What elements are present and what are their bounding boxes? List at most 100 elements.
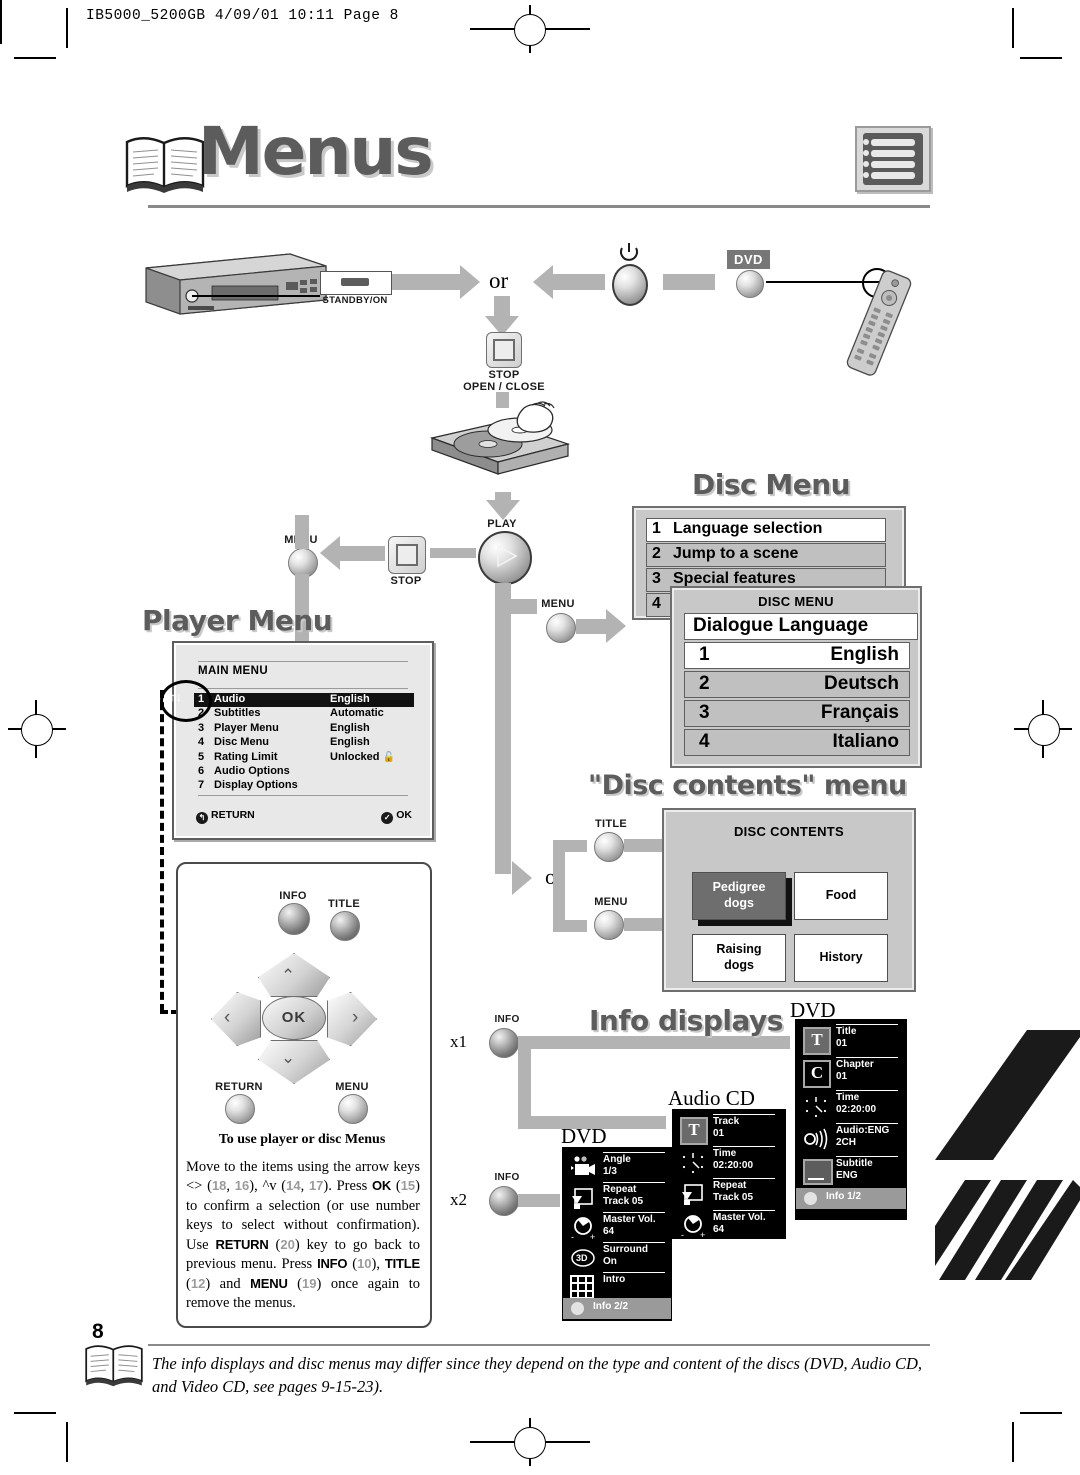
- track-t-icon: T: [680, 1117, 708, 1145]
- audio-cd-info-panel: T Track 01 Time 02:20:00 Repeat Track 05- + Mast…: [672, 1109, 786, 1240]
- registration-mark-left: [21, 714, 53, 746]
- row-number: 7: [198, 779, 205, 792]
- dashed-connector-vertical: [160, 690, 164, 1012]
- row-label: Player Menu: [214, 721, 279, 734]
- row-label: Disc Menu: [214, 736, 270, 749]
- disc-contents-cell[interactable]: Raising dogs: [692, 934, 786, 982]
- power-button[interactable]: [612, 264, 648, 306]
- disc-contents-cell[interactable]: Pedigree dogs: [692, 872, 786, 920]
- slug-rule: [0, 0, 2, 44]
- flow-arrow-right-3: [512, 861, 532, 895]
- svg-text:-: -: [681, 1230, 684, 1239]
- disc-menu-row[interactable]: 1 Language selection: [646, 518, 886, 542]
- disc-menu-subtitle: DISC MENU: [758, 594, 834, 609]
- row-number: 3: [699, 702, 710, 723]
- standby-callout-line: [192, 295, 320, 297]
- row-number: 3: [198, 721, 205, 734]
- dvd-source-button[interactable]: [736, 270, 764, 298]
- dpad-left-chevron-icon: ‹: [224, 1007, 231, 1028]
- menu-button-disc[interactable]: [546, 613, 576, 643]
- stop-button[interactable]: [388, 536, 426, 574]
- player-menu-row[interactable]: 4 Disc Menu English: [198, 736, 410, 750]
- row-number: 6: [198, 765, 205, 777]
- row-number: 3: [652, 570, 661, 587]
- flow-connector-menu-to-discmenu: [576, 619, 606, 634]
- corner-crop-br-v: [1012, 1422, 1014, 1462]
- player-menu-ok[interactable]: ✓ OK: [381, 809, 412, 824]
- info-row-text: Subtitle ENG: [836, 1158, 873, 1181]
- stop-open-close-button[interactable]: [486, 332, 522, 368]
- player-menu-row[interactable]: 3 Player Menu English: [198, 722, 410, 736]
- disc-menu-heading: Disc Menu: [692, 468, 851, 501]
- row-number: 4: [652, 595, 661, 612]
- open-book-icon: [125, 137, 205, 193]
- menu-button-nav[interactable]: [338, 1094, 368, 1124]
- player-menu-row[interactable]: 6 Audio Options: [198, 765, 410, 779]
- open-padlock-icon: 🔓: [382, 751, 396, 763]
- title-label-nav: TITLE: [327, 898, 361, 910]
- disc-contents-panel: DISC CONTENTS Pedigree dogs Food Raising dog…: [662, 808, 916, 992]
- title-label-dc: TITLE: [594, 818, 628, 830]
- info-button-nav[interactable]: [278, 903, 310, 935]
- flow-connector-play-row: [495, 599, 537, 614]
- corner-crop-tl-v: [66, 8, 68, 48]
- menu-button-contents[interactable]: [594, 910, 624, 940]
- info-row-text: Angle 1/3: [603, 1154, 631, 1177]
- disc-contents-cell[interactable]: History: [794, 934, 888, 982]
- row-label: Deutsch: [824, 673, 899, 694]
- dialogue-language-row[interactable]: 1 English: [684, 642, 910, 669]
- title-button-nav[interactable]: [330, 911, 360, 941]
- info-row-text: Master Vol. 64: [603, 1214, 656, 1237]
- info-row-text: Intro: [603, 1274, 626, 1285]
- return-button-nav[interactable]: [225, 1094, 255, 1124]
- title-button[interactable]: [594, 832, 624, 862]
- registration-mark-top: [514, 14, 546, 46]
- player-menu-row[interactable]: 1 Audio English: [194, 693, 414, 707]
- nav-instructions-heading: To use player or disc Menus: [218, 1132, 386, 1147]
- registration-mark-right: [1028, 714, 1060, 746]
- disc-contents-title: DISC CONTENTS: [733, 824, 845, 839]
- disc-contents-cell[interactable]: Food: [794, 872, 888, 920]
- dialogue-language-row[interactable]: 4 Italiano: [684, 729, 910, 756]
- repeat-icon: [680, 1181, 706, 1207]
- ok-button[interactable]: OK: [262, 996, 326, 1040]
- corner-crop-tr-v: [1012, 8, 1014, 48]
- info-row-text: Time 02:20:00: [713, 1148, 754, 1171]
- dialogue-language-row[interactable]: 2 Deutsch: [684, 671, 910, 698]
- row-label: Display Options: [214, 779, 298, 792]
- menu-list-icon: [855, 126, 931, 192]
- info-button-x1[interactable]: [489, 1028, 519, 1058]
- player-menu-row[interactable]: 2 Subtitles Automatic: [198, 707, 410, 721]
- flow-arrow-right-1: [460, 265, 480, 299]
- player-menu-row[interactable]: 7 Display Options: [198, 779, 410, 793]
- return-circle-icon: ↰: [196, 812, 208, 824]
- row-label: Audio: [214, 693, 246, 705]
- dvd-caption-2: DVD: [561, 1124, 607, 1148]
- info-button-x2[interactable]: [489, 1186, 519, 1216]
- menu-label-mid: MENU: [541, 598, 575, 610]
- flow-branch-top: [553, 840, 587, 852]
- corner-crop-tr-h: [1020, 57, 1062, 59]
- dpad-right-chevron-icon: ›: [352, 1007, 359, 1028]
- footer-open-book-icon: [85, 1345, 143, 1387]
- dvd-info-panel-2: Angle 1/3 Repeat Track 05- + Master Vol. 64 3D S…: [562, 1147, 672, 1321]
- corner-crop-bl-v: [66, 1422, 68, 1462]
- up-down-arrows-glyph: ↑↓: [170, 690, 182, 704]
- row-value: Unlocked 🔓: [330, 750, 396, 763]
- player-menu-row[interactable]: 5 Rating Limit Unlocked 🔓: [198, 751, 410, 765]
- flow-connector-infox1-down: [518, 1036, 531, 1128]
- flow-connector-play-to-stop: [430, 548, 476, 558]
- flow-connector-power-to-or: [553, 274, 605, 290]
- row-number: 4: [198, 736, 205, 749]
- dpad-up-chevron-icon: ⌃: [281, 966, 296, 985]
- cell-line1: History: [819, 950, 863, 965]
- chapter-c-icon: C: [803, 1060, 831, 1088]
- info-x1-count: x1: [450, 1032, 467, 1051]
- cell-line2: dogs: [724, 896, 754, 910]
- dialogue-language-row[interactable]: 3 Français: [684, 700, 910, 727]
- subtitle-icon: [803, 1159, 833, 1185]
- player-menu-return[interactable]: ↰ RETURN: [196, 809, 255, 824]
- info-row-text: Chapter 01: [836, 1059, 874, 1082]
- corner-crop-tl-h: [14, 57, 56, 59]
- disc-menu-row[interactable]: 2 Jump to a scene: [646, 543, 886, 567]
